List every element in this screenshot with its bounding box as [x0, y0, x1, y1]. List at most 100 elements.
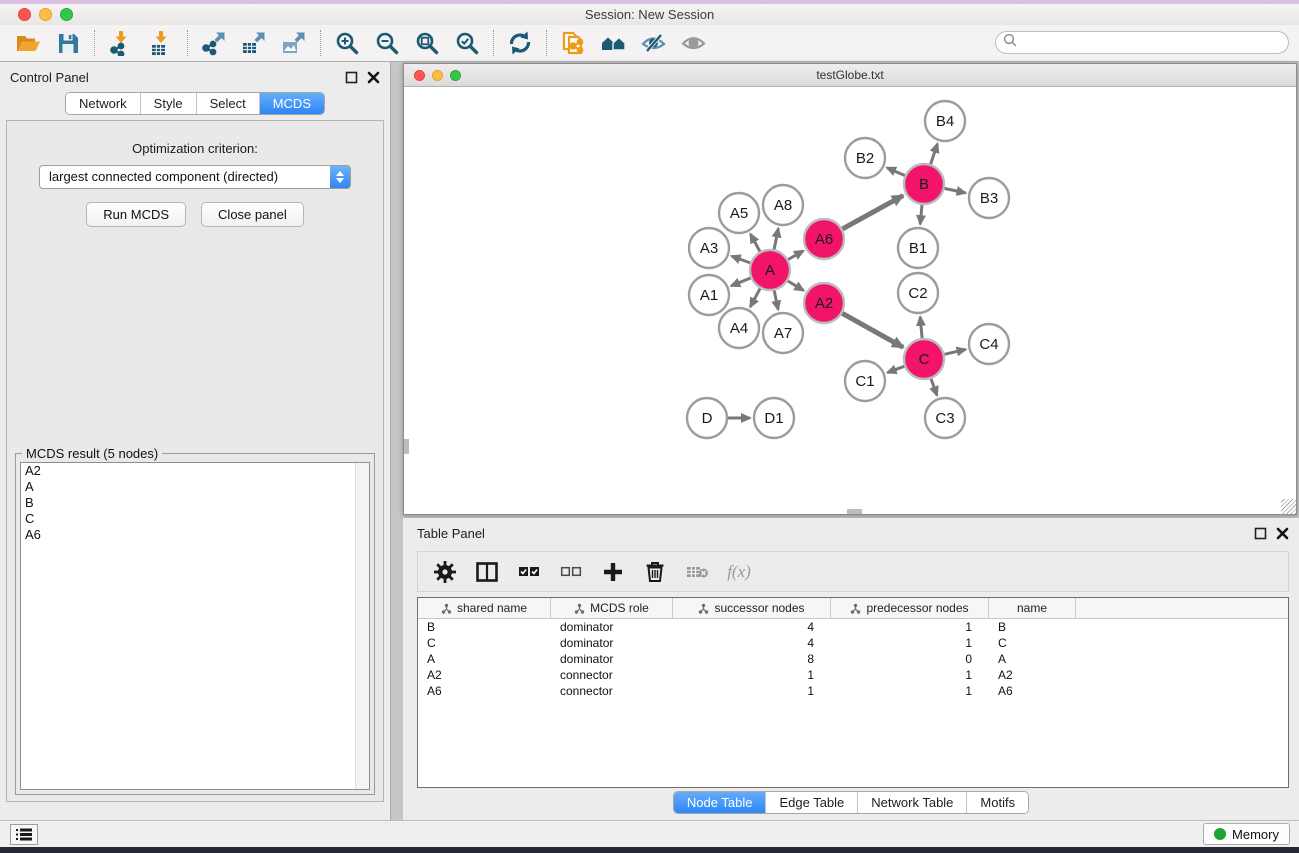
node-A6[interactable]: A6	[804, 219, 844, 259]
cell-successor-nodes[interactable]: 4	[673, 620, 831, 634]
horizontal-scroll-mark[interactable]	[847, 509, 862, 514]
node-D[interactable]: D	[687, 398, 727, 438]
delete-column-button[interactable]	[636, 556, 674, 588]
cell-shared-name[interactable]: A	[418, 652, 551, 666]
node-C4[interactable]: C4	[969, 324, 1009, 364]
cell-successor-nodes[interactable]: 8	[673, 652, 831, 666]
node-A[interactable]: A	[750, 250, 790, 290]
node-A1[interactable]: A1	[689, 275, 729, 315]
edge-A2-C[interactable]	[842, 313, 903, 347]
function-builder-button[interactable]: f(x)	[720, 556, 758, 588]
edge-B-B4[interactable]	[931, 144, 938, 164]
edge-A-A4[interactable]	[750, 289, 760, 307]
node-table[interactable]: shared nameMCDS rolesuccessor nodesprede…	[417, 597, 1289, 788]
tab-edge-table[interactable]: Edge Table	[765, 792, 857, 813]
import-network-button[interactable]	[101, 27, 141, 59]
node-B3[interactable]: B3	[969, 178, 1009, 218]
cell-shared-name[interactable]: B	[418, 620, 551, 634]
table-row[interactable]: A2connector11A2	[418, 667, 1288, 683]
refresh-button[interactable]	[500, 27, 540, 59]
node-A8[interactable]: A8	[763, 185, 803, 225]
tab-motifs[interactable]: Motifs	[966, 792, 1028, 813]
node-A2[interactable]: A2	[804, 283, 844, 323]
edge-A-A8[interactable]	[774, 229, 778, 250]
close-panel-icon[interactable]	[367, 71, 380, 84]
node-C3[interactable]: C3	[925, 398, 965, 438]
zoom-selected-button[interactable]	[447, 27, 487, 59]
tab-select[interactable]: Select	[196, 93, 259, 114]
edge-A-A2[interactable]	[788, 281, 804, 291]
float-panel-icon[interactable]	[345, 71, 358, 84]
node-B2[interactable]: B2	[845, 138, 885, 178]
node-A5[interactable]: A5	[719, 193, 759, 233]
table-close-panel-icon[interactable]	[1276, 527, 1289, 540]
optimization-criterion-select[interactable]: largest connected component (directed)	[39, 165, 351, 189]
column-header-successor-nodes[interactable]: successor nodes	[673, 598, 831, 618]
cell-predecessor-nodes[interactable]: 1	[831, 620, 989, 634]
edge-A-A3[interactable]	[732, 256, 751, 263]
export-table-button[interactable]	[234, 27, 274, 59]
table-row[interactable]: Adominator80A	[418, 651, 1288, 667]
cell-name[interactable]: B	[989, 620, 1076, 634]
table-row[interactable]: Bdominator41B	[418, 619, 1288, 635]
zoom-fit-button[interactable]	[407, 27, 447, 59]
edge-B-B2[interactable]	[887, 168, 905, 176]
cell-MCDS-role[interactable]: dominator	[551, 620, 673, 634]
network-canvas[interactable]: AA1A2A3A4A5A6A7A8BB1B2B3B4CC1C2C3C4DD1	[404, 87, 1296, 514]
edge-C-C2[interactable]	[920, 317, 922, 338]
delete-table-button[interactable]	[678, 556, 716, 588]
task-history-button[interactable]	[10, 824, 38, 845]
save-button[interactable]	[48, 27, 88, 59]
edge-C-C1[interactable]	[888, 366, 905, 372]
tab-mcds[interactable]: MCDS	[259, 93, 324, 114]
network-window-titlebar[interactable]: testGlobe.txt	[404, 64, 1296, 87]
tab-network[interactable]: Network	[66, 93, 140, 114]
edge-C-C4[interactable]	[945, 349, 966, 354]
tab-node-table[interactable]: Node Table	[674, 792, 766, 813]
node-B1[interactable]: B1	[898, 228, 938, 268]
node-C[interactable]: C	[904, 339, 944, 379]
table-row[interactable]: Cdominator41C	[418, 635, 1288, 651]
column-header-predecessor-nodes[interactable]: predecessor nodes	[831, 598, 989, 618]
node-A7[interactable]: A7	[763, 313, 803, 353]
search-input[interactable]	[1017, 36, 1288, 50]
import-table-button[interactable]	[141, 27, 181, 59]
edge-B-B3[interactable]	[945, 188, 966, 193]
cell-MCDS-role[interactable]: connector	[551, 684, 673, 698]
node-D1[interactable]: D1	[754, 398, 794, 438]
panel-layout-button[interactable]	[468, 556, 506, 588]
cell-MCDS-role[interactable]: dominator	[551, 652, 673, 666]
run-mcds-button[interactable]: Run MCDS	[86, 202, 186, 227]
edge-B-B1[interactable]	[920, 205, 922, 224]
cell-name[interactable]: A2	[989, 668, 1076, 682]
export-image-button[interactable]	[274, 27, 314, 59]
node-C2[interactable]: C2	[898, 273, 938, 313]
cell-successor-nodes[interactable]: 1	[673, 684, 831, 698]
export-network-button[interactable]	[194, 27, 234, 59]
node-A4[interactable]: A4	[719, 308, 759, 348]
hide-selected-button[interactable]	[633, 27, 673, 59]
column-header-MCDS-role[interactable]: MCDS role	[551, 598, 673, 618]
deselect-all-checkboxes-button[interactable]	[552, 556, 590, 588]
node-C1[interactable]: C1	[845, 361, 885, 401]
resize-grip[interactable]	[1281, 499, 1296, 514]
cell-name[interactable]: A	[989, 652, 1076, 666]
node-B4[interactable]: B4	[925, 101, 965, 141]
cell-predecessor-nodes[interactable]: 1	[831, 636, 989, 650]
cell-name[interactable]: A6	[989, 684, 1076, 698]
cell-name[interactable]: C	[989, 636, 1076, 650]
tab-network-table[interactable]: Network Table	[857, 792, 966, 813]
memory-button[interactable]: Memory	[1203, 823, 1290, 845]
column-header-shared-name[interactable]: shared name	[418, 598, 551, 618]
zoom-out-button[interactable]	[367, 27, 407, 59]
table-float-panel-icon[interactable]	[1254, 527, 1267, 540]
settings-gear-button[interactable]	[426, 556, 464, 588]
edge-A-A1[interactable]	[731, 278, 750, 286]
edge-A-A6[interactable]	[788, 251, 803, 260]
tab-style[interactable]: Style	[140, 93, 196, 114]
add-column-button[interactable]	[594, 556, 632, 588]
cell-MCDS-role[interactable]: dominator	[551, 636, 673, 650]
mcds-result-item[interactable]: B	[21, 495, 369, 511]
mcds-result-item[interactable]: A6	[21, 527, 369, 543]
first-neighbors-button[interactable]	[593, 27, 633, 59]
